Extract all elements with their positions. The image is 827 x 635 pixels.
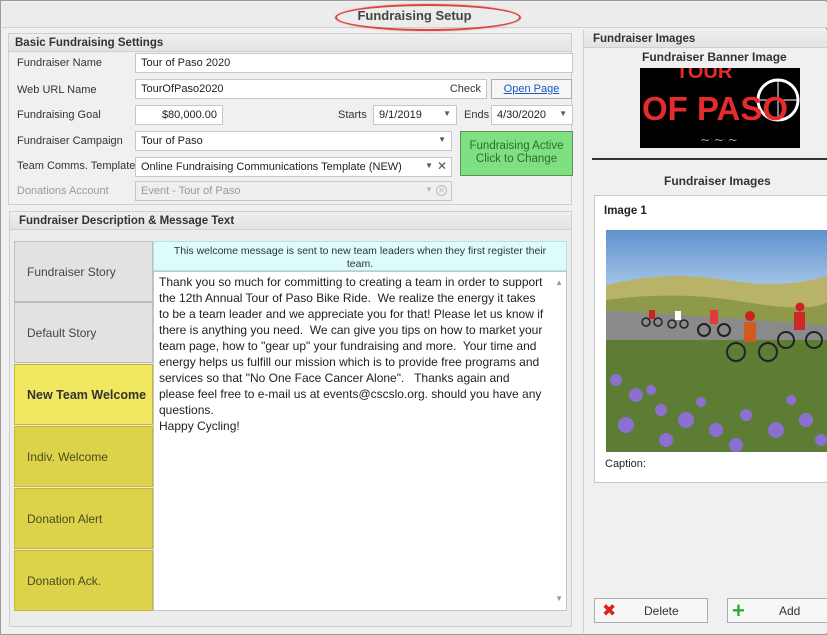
tab-indiv-welcome[interactable]: Indiv. Welcome xyxy=(14,426,153,487)
donations-label: Donations Account xyxy=(17,185,109,197)
donations-select: Event - Tour of Paso ▼ ✕ xyxy=(135,181,452,201)
tab-donation-ack[interactable]: Donation Ack. xyxy=(14,550,153,611)
fundraiser-name-label: Fundraiser Name xyxy=(17,57,102,69)
ends-value: 4/30/2020 xyxy=(497,109,546,121)
open-page-button[interactable]: Open Page xyxy=(491,79,572,99)
banner-graphic: TOUR OF PASO ~ ~ ~ xyxy=(640,68,800,148)
tab-default-story[interactable]: Default Story xyxy=(14,302,153,363)
add-icon: + xyxy=(732,598,745,623)
message-text: Thank you so much for committing to crea… xyxy=(159,275,544,433)
campaign-label: Fundraiser Campaign xyxy=(17,135,123,147)
fundraising-active-button[interactable]: Fundraising Active Click to Change xyxy=(460,131,573,176)
web-url-value: TourOfPaso2020 xyxy=(141,83,224,95)
image-label: Image 1 xyxy=(604,205,647,217)
tab-fundraiser-story[interactable]: Fundraiser Story xyxy=(14,241,153,302)
fundraising-setup-window: Fundraising Setup Basic Fundraising Sett… xyxy=(0,0,827,635)
fundraiser-name-input[interactable]: Tour of Paso 2020 xyxy=(135,53,573,73)
tab-label: Donation Alert xyxy=(27,511,103,526)
banner-image[interactable]: TOUR OF PASO ~ ~ ~ xyxy=(640,68,800,148)
scroll-down-icon[interactable]: ▼ xyxy=(555,591,563,607)
clear-icon[interactable]: ✕ xyxy=(437,159,447,173)
tab-label: Donation Ack. xyxy=(27,573,102,588)
tab-label: New Team Welcome xyxy=(27,387,147,402)
photo-graphic xyxy=(606,230,827,452)
goal-label: Fundraising Goal xyxy=(17,109,101,121)
tab-label: Default Story xyxy=(27,325,97,340)
banner-main-text: OF PASO xyxy=(642,90,788,127)
description-panel: Fundraiser Description & Message Text Fu… xyxy=(9,211,572,627)
tab-donation-alert[interactable]: Donation Alert xyxy=(14,488,153,549)
fundraiser-name-value: Tour of Paso 2020 xyxy=(141,57,231,69)
starts-date-picker[interactable]: 9/1/2019 ▼ xyxy=(373,105,457,125)
chevron-down-icon[interactable]: ▼ xyxy=(443,109,451,118)
campaign-select[interactable]: Tour of Paso ▼ xyxy=(135,131,452,151)
web-url-label: Web URL Name xyxy=(17,84,97,96)
delete-button[interactable]: ✖ Delete xyxy=(594,598,708,623)
active-button-line2: Click to Change xyxy=(475,153,558,165)
images-header: Fundraiser Images xyxy=(584,30,827,48)
add-button[interactable]: + Add xyxy=(727,598,827,623)
template-value: Online Fundraising Communications Templa… xyxy=(141,161,402,173)
chevron-down-icon[interactable]: ▼ xyxy=(438,135,446,144)
cyclists-photo xyxy=(606,230,827,452)
tab-new-team-welcome[interactable]: New Team Welcome xyxy=(14,364,153,425)
info-bar: This welcome message is sent to new team… xyxy=(153,241,567,271)
delete-icon: ✖ xyxy=(602,601,617,620)
svg-text:~ ~ ~: ~ ~ ~ xyxy=(700,133,738,147)
basic-settings-header: Basic Fundraising Settings xyxy=(9,34,571,52)
scroll-up-icon[interactable]: ▲ xyxy=(555,275,563,291)
ends-label: Ends xyxy=(464,109,490,121)
ends-date-picker[interactable]: 4/30/2020 ▼ xyxy=(491,105,573,125)
banner-top-text: TOUR xyxy=(676,68,733,83)
image-card[interactable]: Image 1 Caption: xyxy=(594,195,827,483)
description-header: Fundraiser Description & Message Text xyxy=(10,212,571,230)
message-textarea[interactable]: Thank you so much for committing to crea… xyxy=(153,271,567,611)
add-label: Add xyxy=(779,604,801,618)
banner-title: Fundraiser Banner Image xyxy=(642,50,787,64)
chevron-down-icon[interactable]: ▼ xyxy=(559,109,567,118)
caption-label: Caption: xyxy=(605,458,646,470)
clear-circle-icon: ✕ xyxy=(436,185,447,196)
divider xyxy=(592,158,827,160)
tab-label: Indiv. Welcome xyxy=(27,449,108,464)
active-button-line1: Fundraising Active xyxy=(469,140,564,152)
starts-value: 9/1/2019 xyxy=(379,109,422,121)
chevron-down-icon[interactable]: ▼ xyxy=(425,161,433,170)
check-url-button[interactable]: Check xyxy=(450,83,481,95)
campaign-value: Tour of Paso xyxy=(141,135,203,147)
chevron-down-icon: ▼ xyxy=(425,185,433,194)
template-label: Team Comms. Template xyxy=(17,160,136,172)
title-bar: Fundraising Setup xyxy=(2,2,827,31)
basic-settings-panel: Basic Fundraising Settings Fundraiser Na… xyxy=(8,33,573,205)
starts-label: Starts xyxy=(338,109,367,121)
web-url-input[interactable]: TourOfPaso2020 Check xyxy=(135,79,487,99)
donations-value: Event - Tour of Paso xyxy=(141,185,241,197)
title-highlight-ellipse xyxy=(335,4,521,31)
images-panel: Fundraiser Images Fundraiser Banner Imag… xyxy=(583,30,827,633)
template-select[interactable]: Online Fundraising Communications Templa… xyxy=(135,157,452,177)
goal-input[interactable]: $80,000.00 xyxy=(135,105,223,125)
tab-label: Fundraiser Story xyxy=(27,264,116,279)
gallery-title: Fundraiser Images xyxy=(664,174,771,188)
delete-label: Delete xyxy=(644,604,679,618)
goal-value: $80,000.00 xyxy=(161,109,217,121)
